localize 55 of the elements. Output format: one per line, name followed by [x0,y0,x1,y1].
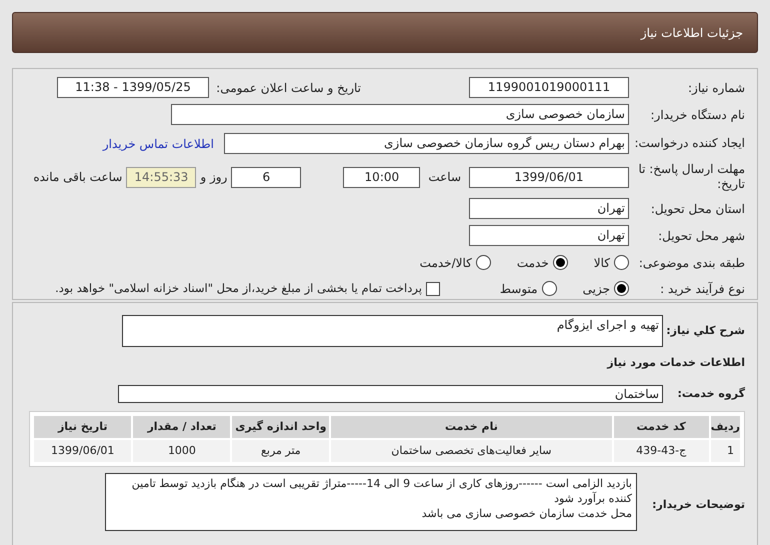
days-label: روز و [200,169,228,186]
field-label: شماره نیاز: [687,80,745,96]
column-header: نام خدمت [331,416,612,438]
time-label: ساعت [427,169,462,186]
field-label: مهلت ارسال پاسخ: تا تاریخ: [637,162,745,192]
column-header: کد خدمت [614,416,709,438]
field-label: طبقه بندی موضوعی: [638,254,745,272]
remaining-label: ساعت باقی مانده [33,169,122,186]
announce-date-field[interactable]: 1399/05/25 - 11:38 [57,77,209,98]
requester-field[interactable]: بهرام دستان ریس گروه سازمان خصوصی سازی [224,133,629,154]
radio-label: کالا/خدمت [420,254,472,272]
table-cell: 1399/06/01 [34,440,132,462]
radio-label: کالا [594,254,610,272]
column-header: تاریخ نیاز [34,416,132,438]
field-label: نوع فرآیند خرید : [659,280,745,298]
radio-label: متوسط [500,280,538,298]
field-label: نام دستگاه خریدار: [650,106,745,124]
section-heading: اطلاعات خدمات مورد نیاز [606,355,745,371]
days-field[interactable]: 6 [231,166,302,188]
city-field[interactable]: تهران [469,225,629,246]
table-cell: متر مربع [232,440,330,462]
radio-label: جزیی [582,280,610,298]
province-field[interactable]: تهران [469,198,629,220]
table-cell: 1000 [133,440,230,462]
column-header: واحد اندازه گیری [232,416,330,438]
field-label: ایجاد کننده درخواست: [633,136,745,152]
table-cell: 1 [710,440,740,462]
description-field[interactable]: تهیه و اجرای ایزوگام [122,315,663,347]
field-label: گروه خدمت: [676,386,745,402]
deadline-date-field[interactable]: 1399/06/01 [469,166,629,188]
field-label: استان محل تحویل: [650,200,745,218]
radio-button[interactable] [476,255,491,270]
column-header: ردیف [710,416,740,438]
column-header: تعداد / مقدار [133,416,230,438]
radio-button[interactable] [614,255,629,270]
field-label: شهر محل تحویل: [657,228,745,245]
need-number-field[interactable]: 1199001019000111 [469,77,629,98]
field-label: توضیحات خریدار: [651,497,745,513]
treasury-note: پرداخت تمام یا بخشی از مبلغ خرید،از محل "اسناد خزانه اسلامی" خواهد بود. [55,280,422,298]
table-cell: ج-43-439 [614,440,709,462]
table-cell: سایر فعالیت‌های تخصصی ساختمان [331,440,612,462]
radio-button[interactable] [614,281,629,296]
radio-button[interactable] [552,255,568,270]
radio-label: خدمت [516,254,549,272]
checkbox[interactable] [426,282,440,296]
field-label: شرح کلي نياز: [667,322,745,339]
radio-button[interactable] [542,281,557,296]
service-group-field[interactable]: ساختمان [118,385,663,403]
field-label: تاریخ و ساعت اعلان عمومی: [215,80,361,96]
deadline-time-field[interactable]: 10:00 [343,166,420,188]
contact-link[interactable]: اطلاعات تماس خریدار [102,134,214,153]
remaining-time-field[interactable]: 14:55:33 [126,166,196,188]
page-title: جزئیات اطلاعات نیاز [640,24,743,42]
buyer-notes-field: بازدید الزامی است ------روزهای کاری از ساعت 9 الی 14-----متراژ تقریبی است در هنگام بازدید توسط تامین کننده برآورد شود محل خدمت سازمان خصوصی سازی می باشد [105,473,637,531]
buyer-org-field[interactable]: سازمان خصوصی سازی [171,104,629,125]
